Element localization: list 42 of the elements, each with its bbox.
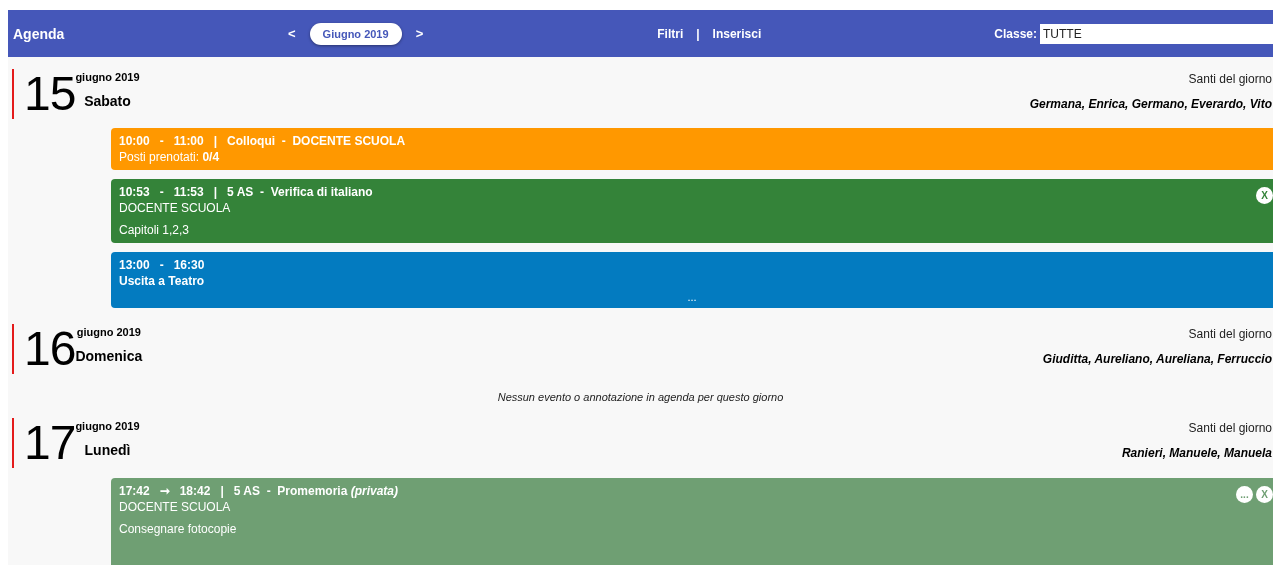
event-text: Uscita a Teatro bbox=[119, 274, 206, 288]
month-year: giugno 2019 bbox=[76, 326, 141, 338]
separator: | bbox=[696, 26, 700, 41]
month-year: giugno 2019 bbox=[75, 420, 140, 432]
event-card[interactable]: 13:00 - 16:30 Uscita a Teatro ... bbox=[111, 252, 1273, 308]
weekday: Sabato bbox=[84, 93, 131, 109]
saints-names: Giuditta, Aureliano, Aureliana, Ferruccio bbox=[1042, 352, 1272, 366]
empty-message: Nessun evento o annotazione in agenda per questo giorno bbox=[496, 391, 785, 403]
saints-names: Germana, Enrica, Germano, Everardo, Vito bbox=[1029, 97, 1272, 111]
header-link[interactable]: Filtri bbox=[657, 26, 684, 41]
day-number: 17 bbox=[24, 418, 76, 468]
next-month-button[interactable]: > bbox=[407, 26, 432, 41]
more-text: ... bbox=[686, 292, 698, 302]
saints-label: Santi del giorno bbox=[1188, 421, 1272, 435]
class-label: Classe: bbox=[994, 26, 1037, 41]
saints-names: Ranieri, Manuele, Manuela bbox=[1121, 446, 1272, 460]
event-card[interactable]: 10:53 - 11:53 | 5 AS - Verifica di italiano DOCENTE SCUOLA Capitoli 1,2,3 X bbox=[111, 179, 1273, 243]
event-text: Consegnare fotocopie bbox=[119, 522, 238, 536]
day-number: 16 bbox=[24, 324, 76, 374]
event-action-button[interactable]: X bbox=[1256, 486, 1273, 503]
event-text: DOCENTE SCUOLA bbox=[119, 500, 232, 514]
event-title: 10:53 - 11:53 | 5 AS - Verifica di italiano bbox=[119, 185, 373, 199]
previous-month-button[interactable]: < bbox=[280, 26, 304, 41]
event-action-button[interactable]: X bbox=[1256, 187, 1273, 204]
month-year: giugno 2019 bbox=[75, 71, 140, 83]
month-button[interactable]: Giugno 2019 bbox=[309, 22, 402, 45]
class-field[interactable]: TUTTE bbox=[1040, 23, 1273, 44]
event-title: 10:00 - 11:00 | Colloqui - DOCENTE SCUOLA bbox=[119, 134, 406, 148]
event-text: DOCENTE SCUOLA bbox=[119, 201, 232, 215]
saints-label: Santi del giorno bbox=[1188, 72, 1272, 86]
event-title: 17:42 ➞ 18:42 | 5 AS - Promemoria (privata) bbox=[119, 484, 398, 498]
weekday: Lunedì bbox=[84, 442, 131, 458]
event-text: Capitoli 1,2,3 bbox=[119, 223, 191, 237]
weekday: Domenica bbox=[75, 348, 143, 364]
day-number: 15 bbox=[24, 69, 76, 119]
event-card[interactable]: 17:42 ➞ 18:42 | 5 AS - Promemoria (privata) DOCENTE SCUOLA Consegnare fotocopie ... X bbox=[111, 478, 1273, 565]
page-title: Agenda bbox=[12, 25, 66, 42]
event-text: Posti prenotati: 0/4 bbox=[119, 150, 221, 164]
event-title: 13:00 - 16:30 bbox=[119, 258, 205, 272]
header-link[interactable]: Inserisci bbox=[712, 26, 762, 41]
saints-label: Santi del giorno bbox=[1188, 327, 1272, 341]
event-action-button[interactable]: ... bbox=[1236, 486, 1253, 503]
